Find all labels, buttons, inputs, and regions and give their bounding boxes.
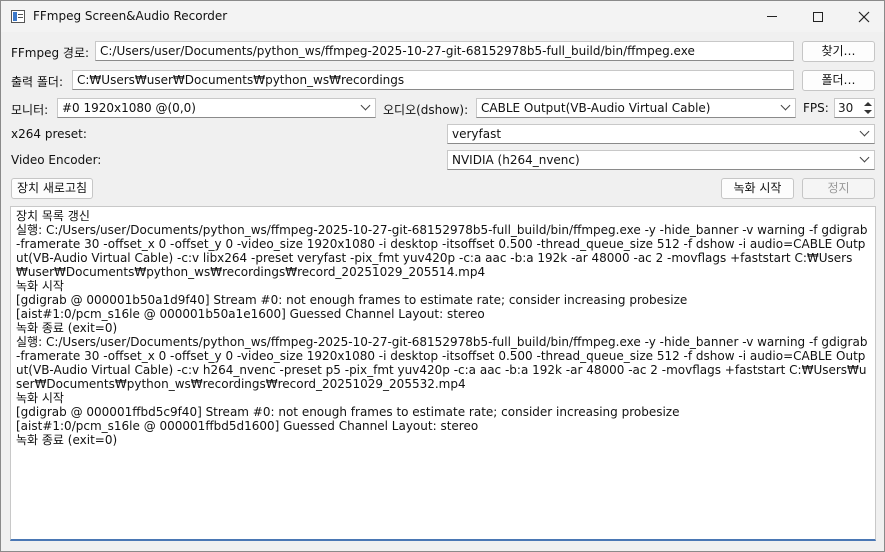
- log-line: 녹화 종료 (exit=0): [16, 433, 118, 447]
- minimize-icon: [767, 16, 777, 17]
- log-line: 녹화 종료 (exit=0): [16, 321, 118, 335]
- log-line: 녹화 시작: [16, 279, 64, 293]
- log-line: [aist#1:0/pcm_s16le @ 000001ffbd5d1600] …: [16, 419, 479, 433]
- monitor-select[interactable]: #0 1920x1080 @(0,0): [57, 98, 376, 118]
- chevron-down-icon: [780, 100, 791, 111]
- app-icon: [11, 10, 25, 23]
- folder-browse-button[interactable]: 폴더…: [802, 70, 875, 91]
- app-window: FFmpeg Screen&Audio Recorder FFmpeg 경로: …: [0, 0, 885, 552]
- output-folder-input[interactable]: C:₩Users₩user₩Documents₩python_ws₩record…: [72, 70, 794, 90]
- log-line: [gdigrab @ 000001b50a1d9f40] Stream #0: …: [16, 293, 688, 307]
- close-button[interactable]: [841, 1, 885, 32]
- spin-down-icon[interactable]: [864, 110, 872, 114]
- spin-arrows[interactable]: [862, 99, 874, 117]
- video-encoder-selected-value: NVIDIA (h264_nvenc): [452, 153, 580, 167]
- audio-label: 오디오(dshow):: [383, 103, 469, 117]
- stop-button[interactable]: 정지: [802, 178, 875, 199]
- fps-value: 30: [838, 101, 854, 115]
- log-line: 실행: C:/Users/user/Documents/python_ws/ff…: [16, 335, 872, 391]
- monitor-label: 모니터:: [11, 103, 49, 117]
- window-title: FFmpeg Screen&Audio Recorder: [33, 9, 228, 23]
- chevron-down-icon: [859, 152, 870, 163]
- fps-label: FPS:: [803, 101, 829, 115]
- chevron-down-icon: [859, 126, 870, 137]
- x264-preset-select[interactable]: veryfast: [447, 124, 875, 144]
- maximize-button[interactable]: [795, 1, 841, 32]
- ffmpeg-path-label: FFmpeg 경로:: [11, 46, 90, 60]
- log-line: 장치 목록 갱신: [16, 209, 90, 223]
- log-line: [gdigrab @ 000001ffbd5c9f40] Stream #0: …: [16, 405, 680, 419]
- ffmpeg-path-input[interactable]: C:/Users/user/Documents/python_ws/ffmpeg…: [95, 41, 794, 61]
- audio-select[interactable]: CABLE Output(VB-Audio Virtual Cable): [476, 98, 796, 118]
- log-line: 실행: C:/Users/user/Documents/python_ws/ff…: [16, 223, 872, 279]
- spin-up-icon[interactable]: [864, 102, 872, 106]
- refresh-devices-button[interactable]: 장치 새로고침: [11, 178, 93, 199]
- log-line: [aist#1:0/pcm_s16le @ 000001b50a1e1600] …: [16, 307, 485, 321]
- x264-preset-selected-value: veryfast: [452, 127, 502, 141]
- monitor-selected-value: #0 1920x1080 @(0,0): [62, 101, 196, 115]
- video-encoder-label: Video Encoder:: [11, 153, 102, 167]
- audio-selected-value: CABLE Output(VB-Audio Virtual Cable): [481, 101, 711, 115]
- start-recording-button[interactable]: 녹화 시작: [721, 178, 794, 199]
- log-line: 녹화 시작: [16, 391, 64, 405]
- title-bar[interactable]: FFmpeg Screen&Audio Recorder: [1, 1, 884, 32]
- ffmpeg-browse-button[interactable]: 찾기…: [802, 41, 875, 62]
- close-icon: [858, 11, 870, 22]
- minimize-button[interactable]: [749, 1, 795, 32]
- chevron-down-icon: [360, 100, 371, 111]
- maximize-icon: [813, 11, 823, 22]
- log-output[interactable]: 장치 목록 갱신 실행: C:/Users/user/Documents/pyt…: [10, 206, 876, 541]
- video-encoder-select[interactable]: NVIDIA (h264_nvenc): [447, 150, 875, 170]
- x264-preset-label: x264 preset:: [11, 127, 87, 141]
- output-folder-label: 출력 폴더:: [11, 75, 64, 89]
- fps-spinbox[interactable]: 30: [834, 98, 875, 118]
